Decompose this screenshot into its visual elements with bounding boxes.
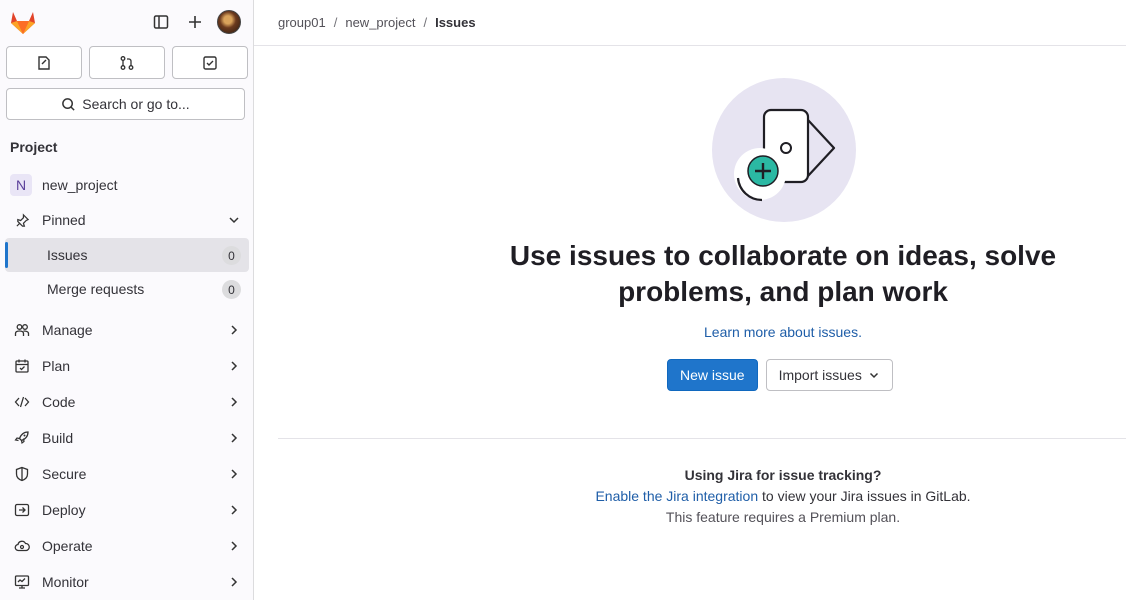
chevron-right-icon xyxy=(231,397,238,407)
merge-requests-button[interactable] xyxy=(89,46,165,79)
sidebar-section-title: Project xyxy=(10,139,58,155)
sidebar-item-plan[interactable]: Plan xyxy=(0,348,254,384)
empty-state-title: Use issues to collaborate on ideas, solv… xyxy=(254,238,1126,310)
users-icon xyxy=(14,322,30,338)
search-button[interactable]: Search or go to... xyxy=(6,88,245,120)
chevron-down-icon xyxy=(869,372,878,379)
chevron-right-icon xyxy=(231,325,238,335)
sidebar-item-build[interactable]: Build xyxy=(0,420,254,456)
user-avatar[interactable] xyxy=(217,10,241,34)
breadcrumb-current[interactable]: Issues xyxy=(435,15,475,30)
pinned-section-toggle[interactable]: Pinned xyxy=(0,202,254,238)
sidebar-item-label: Issues xyxy=(47,247,88,263)
sidebar-item-label: Build xyxy=(42,430,74,446)
search-label: Search or go to... xyxy=(82,96,190,112)
empty-state-title-line: Use issues to collaborate on ideas, solv… xyxy=(509,240,1057,271)
breadcrumb-separator: / xyxy=(423,15,428,30)
sidebar-item-secure[interactable]: Secure xyxy=(0,456,254,492)
sidebar-project-link[interactable]: N new_project xyxy=(0,168,254,202)
sidebar-item-label: Deploy xyxy=(42,502,86,518)
sidebar-item-label: Operate xyxy=(42,538,93,554)
import-issues-label: Import issues xyxy=(778,367,862,383)
breadcrumb: group01 / new_project / Issues xyxy=(278,15,476,30)
chevron-right-icon xyxy=(231,361,238,371)
sidebar-item-label: Manage xyxy=(42,322,93,338)
assigned-issues-button[interactable] xyxy=(6,46,82,79)
breadcrumb-group[interactable]: group01 xyxy=(278,15,326,30)
breadcrumb-project[interactable]: new_project xyxy=(345,15,415,30)
search-icon xyxy=(62,97,75,111)
sidebar-item-monitor[interactable]: Monitor xyxy=(0,564,254,600)
learn-more-link[interactable]: Learn more about issues. xyxy=(254,324,1126,340)
sidebar-item-manage[interactable]: Manage xyxy=(0,312,254,348)
chevron-right-icon xyxy=(231,577,238,587)
sidebar-item-label: Code xyxy=(42,394,76,410)
shield-icon xyxy=(14,466,30,482)
sidebar-item-code[interactable]: Code xyxy=(0,384,254,420)
jira-description: Enable the Jira integration to view your… xyxy=(254,488,1126,504)
section-divider xyxy=(278,438,1126,439)
count-badge: 0 xyxy=(222,280,241,299)
chevron-down-icon xyxy=(229,217,239,224)
sidebar-item-label: Merge requests xyxy=(47,281,145,297)
todos-button[interactable] xyxy=(172,46,248,79)
quick-actions xyxy=(6,46,248,79)
main-content: group01 / new_project / Issues Use issue… xyxy=(254,0,1126,600)
monitor-icon xyxy=(14,574,30,590)
create-new-icon[interactable] xyxy=(183,10,207,34)
sidebar-topbar xyxy=(0,0,253,44)
empty-state-actions: New issue Import issues xyxy=(667,359,893,391)
header-divider xyxy=(254,45,1126,46)
sidebar-item-label: Plan xyxy=(42,358,71,374)
issues-icon xyxy=(38,55,50,70)
pin-icon xyxy=(14,212,30,228)
chevron-right-icon xyxy=(231,541,238,551)
sidebar-item-label: Monitor xyxy=(42,574,89,590)
chevron-right-icon xyxy=(231,505,238,515)
sidebar-nav: N new_project Pinned Issues 0 Merge requ… xyxy=(0,168,254,600)
issues-empty-state-illustration xyxy=(712,78,856,222)
sidebar-item-operate[interactable]: Operate xyxy=(0,528,254,564)
enable-jira-link[interactable]: Enable the Jira integration xyxy=(595,488,758,504)
sidebar-item-label: Secure xyxy=(42,466,87,482)
deploy-icon xyxy=(14,502,30,518)
jira-title: Using Jira for issue tracking? xyxy=(684,467,882,483)
todo-checkbox-icon xyxy=(203,55,217,70)
project-avatar: N xyxy=(10,174,32,196)
rocket-icon xyxy=(14,430,30,446)
code-icon xyxy=(14,394,30,410)
sidebar-item-issues[interactable]: Issues 0 xyxy=(5,238,249,272)
import-issues-button[interactable]: Import issues xyxy=(765,359,893,391)
gitlab-logo-icon[interactable] xyxy=(9,9,37,35)
chevron-right-icon xyxy=(231,433,238,443)
toggle-sidebar-icon[interactable] xyxy=(149,10,173,34)
merge-request-icon xyxy=(120,55,134,70)
cloud-icon xyxy=(14,538,30,554)
jira-premium-note: This feature requires a Premium plan. xyxy=(665,509,901,525)
count-badge: 0 xyxy=(222,246,241,265)
chevron-right-icon xyxy=(231,469,238,479)
breadcrumb-separator: / xyxy=(333,15,338,30)
pinned-label: Pinned xyxy=(42,212,86,228)
sidebar: Search or go to... Project N new_project… xyxy=(0,0,254,600)
empty-state-title-line: problems, and plan work xyxy=(618,276,948,307)
calendar-icon xyxy=(14,358,30,374)
sidebar-item-deploy[interactable]: Deploy xyxy=(0,492,254,528)
sidebar-item-merge-requests[interactable]: Merge requests 0 xyxy=(5,272,249,306)
jira-description-text: to view your Jira issues in GitLab. xyxy=(758,488,971,504)
new-issue-button[interactable]: New issue xyxy=(667,359,758,391)
project-name: new_project xyxy=(42,177,118,193)
